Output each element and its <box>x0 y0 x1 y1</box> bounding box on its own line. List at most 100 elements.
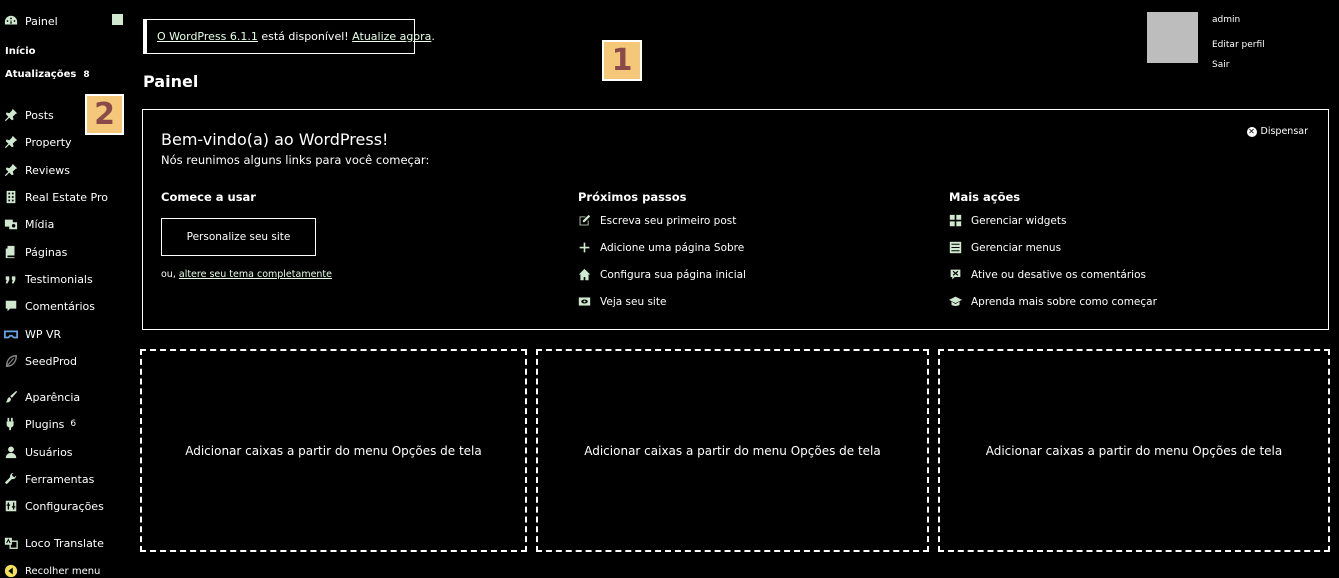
empty-dashboard-box: Adicionar caixas a partir do menu Opções… <box>140 349 527 552</box>
welcome-action-link[interactable]: Aprenda mais sobre como começar <box>949 295 1157 308</box>
sidebar-subitem-home[interactable]: Início <box>5 46 36 57</box>
widgets-icon <box>949 214 962 227</box>
plugins-count-badge: 6 <box>70 419 77 429</box>
sidebar-item-label: Reviews <box>25 163 70 177</box>
wordpress-version-link[interactable]: O WordPress 6.1.1 <box>157 30 258 43</box>
welcome-subtitle: Nós reunimos alguns links para você come… <box>161 153 430 167</box>
pages-icon <box>4 245 18 259</box>
view-icon <box>578 295 591 308</box>
pin-icon <box>4 163 18 177</box>
empty-box-message: Adicionar caixas a partir do menu Opções… <box>985 443 1283 458</box>
sidebar-item-seedprod[interactable]: SeedProd <box>0 351 132 371</box>
welcome-action-label: Veja seu site <box>600 295 667 308</box>
sidebar-item-label: Posts <box>25 108 54 122</box>
sidebar-item-wp-vr[interactable]: WP VR <box>0 324 132 344</box>
welcome-action-link[interactable]: Gerenciar menus <box>949 241 1061 254</box>
empty-box-message: Adicionar caixas a partir do menu Opções… <box>584 443 881 458</box>
welcome-action-label: Escreva seu primeiro post <box>600 214 737 227</box>
sidebar-item-label: Testimonials <box>25 272 93 286</box>
sidebar-item-pages[interactable]: Páginas <box>0 242 132 262</box>
sidebar-item-label: Plugins <box>25 417 65 431</box>
sidebar-item-reviews[interactable]: Reviews <box>0 160 132 180</box>
welcome-action-link[interactable]: Veja seu site <box>578 295 666 308</box>
sidebar-item-loco-translate[interactable]: Loco Translate <box>0 533 132 553</box>
collapse-menu-label: Recolher menu <box>25 565 101 577</box>
sidebar-item-media[interactable]: Mídia <box>0 214 132 234</box>
page-title: Painel <box>143 72 199 91</box>
marker-1: 1 <box>602 40 642 81</box>
sidebar-item-real-estate-pro[interactable]: Real Estate Pro <box>0 187 132 207</box>
sidebar-item-plugins[interactable]: Plugins 6 <box>0 414 132 434</box>
collapse-menu-button[interactable]: Recolher menu <box>0 561 132 578</box>
current-menu-indicator <box>112 14 123 25</box>
admin-sidebar: Painel Início Atualizações 8 Posts Proper… <box>0 0 132 578</box>
or-prefix: ou, <box>161 269 179 280</box>
vr-headset-icon <box>4 327 18 341</box>
welcome-action-link[interactable]: Gerenciar widgets <box>949 214 1066 227</box>
translate-icon <box>4 536 18 550</box>
welcome-action-link[interactable]: Adicione uma página Sobre <box>578 241 744 254</box>
wrench-icon <box>4 472 18 486</box>
change-theme-line: ou, altere seu tema completamente <box>161 269 332 280</box>
media-icon <box>4 217 18 231</box>
sidebar-item-label: Loco Translate <box>25 536 104 550</box>
customize-site-button[interactable]: Personalize seu site <box>161 218 316 256</box>
sidebar-item-testimonials[interactable]: Testimonials <box>0 269 132 289</box>
welcome-panel: Bem-vindo(a) ao WordPress! Nós reunimos … <box>142 109 1329 330</box>
home-icon <box>578 268 591 281</box>
column-title-get-started: Comece a usar <box>161 190 256 204</box>
avatar[interactable] <box>1147 12 1198 63</box>
sidebar-subitem-label: Início <box>5 46 36 57</box>
dashboard-icon <box>4 14 18 28</box>
welcome-action-link[interactable]: Escreva seu primeiro post <box>578 214 736 227</box>
dismiss-button[interactable]: ✕ Dispensar <box>1246 126 1308 137</box>
empty-dashboard-box: Adicionar caixas a partir do menu Opções… <box>536 349 929 552</box>
welcome-action-link[interactable]: Ative ou desative os comentários <box>949 268 1146 281</box>
sidebar-subitem-label: Atualizações <box>5 69 77 80</box>
marker-2: 2 <box>85 94 124 135</box>
empty-box-message: Adicionar caixas a partir do menu Opções… <box>185 443 482 458</box>
change-theme-link[interactable]: altere seu tema completamente <box>179 269 332 280</box>
logout-link[interactable]: Sair <box>1212 60 1229 70</box>
settings-icon <box>4 499 18 513</box>
sidebar-item-label: Comentários <box>25 299 95 313</box>
sidebar-item-label: SeedProd <box>25 354 77 368</box>
menus-icon <box>949 241 962 254</box>
sidebar-subitem-updates[interactable]: Atualizações 8 <box>5 69 90 80</box>
sidebar-item-comments[interactable]: Comentários <box>0 296 132 316</box>
notice-text: está disponível! <box>257 30 353 43</box>
dismiss-label: Dispensar <box>1260 126 1308 137</box>
welcome-action-label: Aprenda mais sobre como começar <box>971 295 1157 308</box>
sidebar-item-users[interactable]: Usuários <box>0 442 132 462</box>
sidebar-item-label: Páginas <box>25 245 68 259</box>
sidebar-item-property[interactable]: Property <box>0 132 132 152</box>
comments-toggle-icon <box>949 268 962 281</box>
username-link[interactable]: admin <box>1212 15 1240 25</box>
update-notice: O WordPress 6.1.1 está disponível! Atual… <box>143 19 435 54</box>
learn-icon <box>949 295 962 308</box>
sidebar-item-label: WP VR <box>25 327 62 341</box>
quote-icon <box>4 272 18 286</box>
welcome-action-label: Gerenciar widgets <box>971 214 1067 227</box>
sidebar-item-label: Usuários <box>25 445 73 459</box>
pin-icon <box>4 108 18 122</box>
user-icon <box>4 445 18 459</box>
comment-icon <box>4 299 18 313</box>
edit-profile-link[interactable]: Editar perfil <box>1212 40 1265 50</box>
welcome-action-label: Adicione uma página Sobre <box>600 241 745 254</box>
sidebar-item-label: Painel <box>25 14 58 28</box>
notice-period: . <box>431 30 435 43</box>
welcome-action-label: Configura sua página inicial <box>600 268 746 281</box>
sidebar-item-label: Configurações <box>25 499 104 513</box>
sidebar-item-tools[interactable]: Ferramentas <box>0 469 132 489</box>
welcome-action-link[interactable]: Configura sua página inicial <box>578 268 746 281</box>
collapse-icon <box>4 564 18 578</box>
leaf-icon <box>4 354 18 368</box>
sidebar-item-settings[interactable]: Configurações <box>0 496 132 516</box>
brush-icon <box>4 390 18 404</box>
update-now-link[interactable]: Atualize agora <box>352 30 431 43</box>
sidebar-item-appearance[interactable]: Aparência <box>0 387 132 407</box>
welcome-title: Bem-vindo(a) ao WordPress! <box>161 130 389 149</box>
sidebar-item-label: Real Estate Pro <box>25 190 108 204</box>
updates-count-badge: 8 <box>83 69 90 80</box>
